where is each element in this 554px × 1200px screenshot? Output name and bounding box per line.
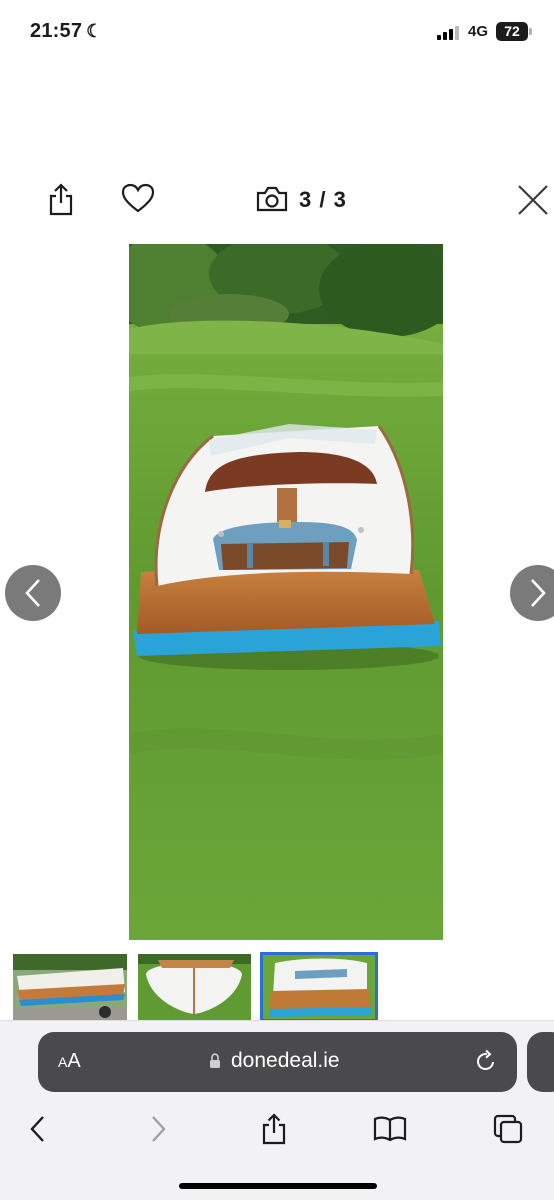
- thumbnail-strip: [0, 952, 554, 1022]
- tabs-button[interactable]: [490, 1111, 526, 1147]
- reader-options-button[interactable]: AA: [58, 1050, 81, 1073]
- status-time: 21:57 ☾: [30, 20, 103, 43]
- tabs-icon: [493, 1114, 523, 1144]
- forward-icon: [152, 1116, 166, 1142]
- moon-icon: ☾: [86, 21, 103, 41]
- cellular-signal-icon: [437, 26, 461, 40]
- browser-share-button[interactable]: [256, 1111, 292, 1147]
- back-icon: [30, 1116, 44, 1142]
- back-button[interactable]: [20, 1111, 56, 1147]
- thumbnail-3-selected[interactable]: [260, 952, 378, 1022]
- next-photo-button[interactable]: [510, 565, 554, 621]
- gallery-toolbar: 3 / 3: [0, 176, 554, 226]
- url-text: donedeal.ie: [231, 1049, 340, 1072]
- camera-icon: [256, 186, 288, 212]
- share-icon: [262, 1113, 286, 1145]
- forward-button[interactable]: [140, 1111, 176, 1147]
- chevron-right-icon: [531, 579, 546, 607]
- close-icon[interactable]: [515, 182, 551, 218]
- reload-icon[interactable]: [474, 1049, 498, 1073]
- heart-icon[interactable]: [120, 182, 156, 214]
- battery-cap: [529, 28, 532, 35]
- bookmarks-icon: [373, 1116, 407, 1142]
- main-photo[interactable]: [129, 244, 443, 940]
- chevron-left-icon: [25, 579, 40, 607]
- thumbnail-1[interactable]: [13, 954, 127, 1020]
- home-indicator: [179, 1183, 377, 1189]
- address-bar[interactable]: AA donedeal.ie: [38, 1032, 517, 1092]
- clock-text: 21:57: [30, 20, 83, 42]
- battery-level: 72: [504, 23, 520, 39]
- lock-icon: [209, 1053, 221, 1069]
- battery-icon: 72: [496, 22, 528, 41]
- bookmarks-button[interactable]: [372, 1111, 408, 1147]
- browser-chrome: AA donedeal.ie: [0, 1020, 554, 1200]
- network-type: 4G: [468, 23, 489, 40]
- share-icon[interactable]: [46, 182, 76, 216]
- photo-counter: 3 / 3: [299, 187, 347, 212]
- status-bar: 21:57 ☾ 4G 72: [0, 0, 554, 66]
- next-tab-preview[interactable]: [527, 1032, 554, 1092]
- thumbnail-2[interactable]: [138, 954, 251, 1020]
- previous-photo-button[interactable]: [5, 565, 61, 621]
